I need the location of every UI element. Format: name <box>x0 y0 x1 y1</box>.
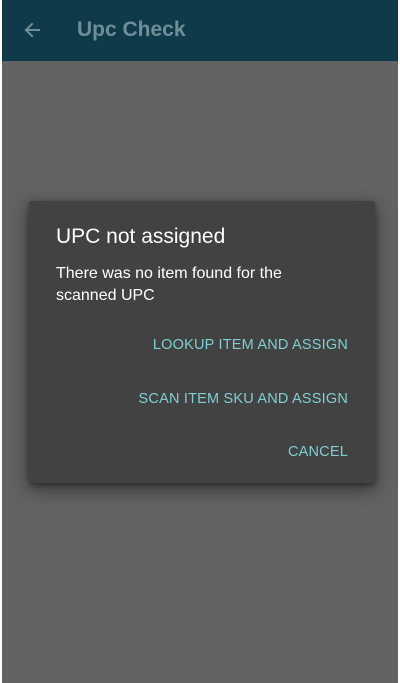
scan-item-sku-and-assign-button[interactable]: SCAN ITEM SKU AND ASSIGN <box>139 387 348 411</box>
app-bar: Upc Check <box>2 0 398 61</box>
cancel-button[interactable]: CANCEL <box>288 440 348 464</box>
upc-not-assigned-dialog: UPC not assigned There was no item found… <box>29 201 375 483</box>
page-title: Upc Check <box>77 18 186 41</box>
screen: Upc Check UPC not assigned There was no … <box>2 0 398 683</box>
dialog-message: There was no item found for the scanned … <box>56 265 282 304</box>
arrow-left-icon <box>24 22 40 38</box>
dialog-title: UPC not assigned <box>56 225 226 248</box>
lookup-item-and-assign-button[interactable]: LOOKUP ITEM AND ASSIGN <box>153 333 348 357</box>
back-button[interactable] <box>16 14 48 46</box>
